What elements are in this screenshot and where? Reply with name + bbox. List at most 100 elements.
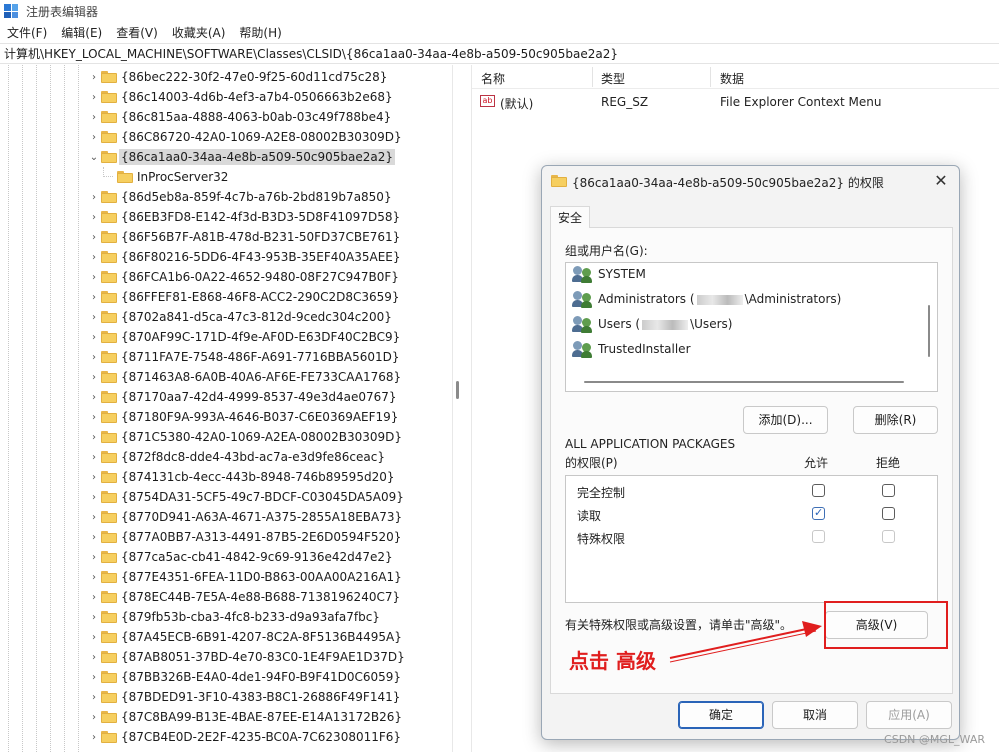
deny-checkbox[interactable] xyxy=(882,507,895,520)
tree-node[interactable]: › {877ca5ac-cb41-4842-9c69-9136e42d47e2} xyxy=(0,547,452,567)
tree-node[interactable]: › {87CB4E0D-2E2F-4235-BC0A-7C62308011F6} xyxy=(0,727,452,747)
value-row[interactable]: ab (默认) REG_SZ File Explorer Context Men… xyxy=(472,91,999,113)
chevron-right-icon[interactable]: › xyxy=(89,592,99,603)
column-type-header[interactable]: 类型 xyxy=(601,70,625,87)
column-name-header[interactable]: 名称 xyxy=(481,70,505,87)
pane-splitter[interactable] xyxy=(455,65,469,752)
chevron-right-icon[interactable]: › xyxy=(89,252,99,263)
close-icon[interactable]: ✕ xyxy=(931,171,951,191)
allow-checkbox[interactable] xyxy=(812,484,825,497)
tree-node[interactable]: › {86C86720-42A0-1069-A2E8-08002B30309D} xyxy=(0,127,452,147)
tree-node[interactable]: InProcServer32 xyxy=(0,167,452,187)
tree-node[interactable]: › {877A0BB7-A313-4491-87B5-2E6D0594F520} xyxy=(0,527,452,547)
tree-node[interactable]: › {86c815aa-4888-4063-b0ab-03c49f788be4} xyxy=(0,107,452,127)
horizontal-scrollbar[interactable] xyxy=(584,381,904,383)
tree-node[interactable]: › {87AB8051-37BD-4e70-83C0-1E4F9AE1D37D} xyxy=(0,647,452,667)
chevron-right-icon[interactable]: › xyxy=(89,312,99,323)
menu-file[interactable]: 文件(F) xyxy=(0,24,54,41)
address-bar[interactable]: 计算机\HKEY_LOCAL_MACHINE\SOFTWARE\Classes\… xyxy=(0,43,999,64)
menu-edit[interactable]: 编辑(E) xyxy=(54,24,109,41)
chevron-right-icon[interactable]: › xyxy=(89,672,99,683)
users-list[interactable]: SYSTEM Administrators (\Administrators) … xyxy=(565,262,938,392)
tree-node[interactable]: › {86F56B7F-A81B-478d-B231-50FD37CBE761} xyxy=(0,227,452,247)
tree-node[interactable]: › {87BDED91-3F10-4383-B8C1-26886F49F141} xyxy=(0,687,452,707)
chevron-right-icon[interactable]: › xyxy=(89,692,99,703)
chevron-right-icon[interactable]: › xyxy=(89,332,99,343)
tree-node[interactable]: › {86bec222-30f2-47e0-9f25-60d11cd75c28} xyxy=(0,67,452,87)
chevron-right-icon[interactable]: › xyxy=(89,612,99,623)
tree-node[interactable]: › {87170aa7-42d4-4999-8537-49e3d4ae0767} xyxy=(0,387,452,407)
tree-node[interactable]: › {86EB3FD8-E142-4f3d-B3D3-5D8F41097D58} xyxy=(0,207,452,227)
allow-checkbox[interactable] xyxy=(812,506,825,520)
chevron-right-icon[interactable]: › xyxy=(89,112,99,123)
tree-node[interactable]: › {87180F9A-993A-4646-B037-C6E0369AEF19} xyxy=(0,407,452,427)
registry-tree[interactable]: › {86bec222-30f2-47e0-9f25-60d11cd75c28} ›… xyxy=(0,65,453,752)
chevron-right-icon[interactable]: › xyxy=(89,652,99,663)
menu-help[interactable]: 帮助(H) xyxy=(232,24,288,41)
chevron-right-icon[interactable]: › xyxy=(89,472,99,483)
chevron-right-icon[interactable]: › xyxy=(89,232,99,243)
user-item[interactable]: Users (\Users) xyxy=(572,313,912,335)
chevron-right-icon[interactable]: › xyxy=(89,572,99,583)
tree-node[interactable]: › {8770D941-A63A-4671-A375-2855A18EBA73} xyxy=(0,507,452,527)
chevron-right-icon[interactable]: › xyxy=(89,512,99,523)
remove-button[interactable]: 删除(R) xyxy=(853,406,938,434)
chevron-right-icon[interactable]: › xyxy=(89,732,99,743)
chevron-right-icon[interactable]: › xyxy=(89,92,99,103)
tree-node[interactable]: › {87A45ECB-6B91-4207-8C2A-8F5136B4495A} xyxy=(0,627,452,647)
column-separator[interactable] xyxy=(710,67,711,87)
dialog-title-bar[interactable]: {86ca1aa0-34aa-4e8b-a509-50c905bae2a2} 的… xyxy=(542,166,959,196)
chevron-right-icon[interactable]: › xyxy=(89,392,99,403)
tree-node[interactable]: › {86F80216-5DD6-4F43-953B-35EF40A35AEE} xyxy=(0,247,452,267)
tree-node[interactable]: › {87C8BA99-B13E-4BAE-87EE-E14A13172B26} xyxy=(0,707,452,727)
menu-favorites[interactable]: 收藏夹(A) xyxy=(165,24,233,41)
deny-checkbox[interactable] xyxy=(882,484,895,497)
cancel-button[interactable]: 取消 xyxy=(772,701,858,729)
chevron-right-icon[interactable]: › xyxy=(89,432,99,443)
tree-node[interactable]: › {87BB326B-E4A0-4de1-94F0-B9F41D0C6059} xyxy=(0,667,452,687)
chevron-right-icon[interactable]: › xyxy=(89,192,99,203)
chevron-right-icon[interactable]: › xyxy=(89,72,99,83)
tree-node[interactable]: › {871C5380-42A0-1069-A2EA-08002B30309D} xyxy=(0,427,452,447)
chevron-right-icon[interactable]: › xyxy=(89,372,99,383)
tree-node[interactable]: › {86d5eb8a-859f-4c7b-a76b-2bd819b7a850} xyxy=(0,187,452,207)
tree-node[interactable]: › {878EC44B-7E5A-4e88-B688-7138196240C7} xyxy=(0,587,452,607)
tree-node[interactable]: › {86c14003-4d6b-4ef3-a7b4-0506663b2e68} xyxy=(0,87,452,107)
tree-node[interactable]: › {8754DA31-5CF5-49c7-BDCF-C03045DA5A09} xyxy=(0,487,452,507)
ok-button[interactable]: 确定 xyxy=(678,701,764,729)
chevron-right-icon[interactable]: › xyxy=(89,212,99,223)
chevron-right-icon[interactable]: › xyxy=(89,412,99,423)
tree-node[interactable]: › {86FFEF81-E868-46F8-ACC2-290C2D8C3659} xyxy=(0,287,452,307)
apply-button[interactable]: 应用(A) xyxy=(866,701,952,729)
tree-node[interactable]: › {872f8dc8-dde4-43bd-ac7a-e3d9fe86ceac} xyxy=(0,447,452,467)
tree-node[interactable]: › {8711FA7E-7548-486F-A691-7716BBA5601D} xyxy=(0,347,452,367)
chevron-right-icon[interactable]: › xyxy=(89,132,99,143)
tree-node[interactable]: › {870AF99C-171D-4f9e-AF0D-E63DF40C2BC9} xyxy=(0,327,452,347)
user-item[interactable]: Administrators (\Administrators) xyxy=(572,288,912,310)
tree-node[interactable]: › {877E4351-6FEA-11D0-B863-00AA00A216A1} xyxy=(0,567,452,587)
splitter-grip[interactable] xyxy=(456,381,459,399)
user-item[interactable]: TrustedInstaller xyxy=(572,338,912,360)
chevron-right-icon[interactable]: › xyxy=(89,352,99,363)
chevron-right-icon[interactable]: › xyxy=(89,632,99,643)
chevron-right-icon[interactable]: › xyxy=(89,552,99,563)
user-item[interactable]: SYSTEM xyxy=(572,263,912,285)
add-button[interactable]: 添加(D)... xyxy=(743,406,828,434)
chevron-right-icon[interactable]: › xyxy=(89,532,99,543)
menu-view[interactable]: 查看(V) xyxy=(109,24,165,41)
column-separator[interactable] xyxy=(592,67,593,87)
tree-node[interactable]: ⌄ {86ca1aa0-34aa-4e8b-a509-50c905bae2a2} xyxy=(0,147,452,167)
vertical-scrollbar[interactable] xyxy=(928,305,930,357)
chevron-right-icon[interactable]: › xyxy=(89,492,99,503)
chevron-right-icon[interactable]: › xyxy=(89,272,99,283)
chevron-right-icon[interactable]: › xyxy=(89,712,99,723)
tree-node[interactable]: › {86FCA1b6-0A22-4652-9480-08F27C947B0F} xyxy=(0,267,452,287)
tree-node[interactable]: › {871463A8-6A0B-40A6-AF6E-FE733CAA1768} xyxy=(0,367,452,387)
chevron-right-icon[interactable]: › xyxy=(89,452,99,463)
tree-node[interactable]: › {874131cb-4ecc-443b-8948-746b89595d20} xyxy=(0,467,452,487)
tree-node[interactable]: › {879fb53b-cba3-4fc8-b233-d9a93afa7fbc} xyxy=(0,607,452,627)
chevron-down-icon[interactable]: ⌄ xyxy=(89,152,99,163)
tab-security[interactable]: 安全 xyxy=(550,206,590,229)
chevron-right-icon[interactable]: › xyxy=(89,292,99,303)
tree-node[interactable]: › {8702a841-d5ca-47c3-812d-9cedc304c200} xyxy=(0,307,452,327)
